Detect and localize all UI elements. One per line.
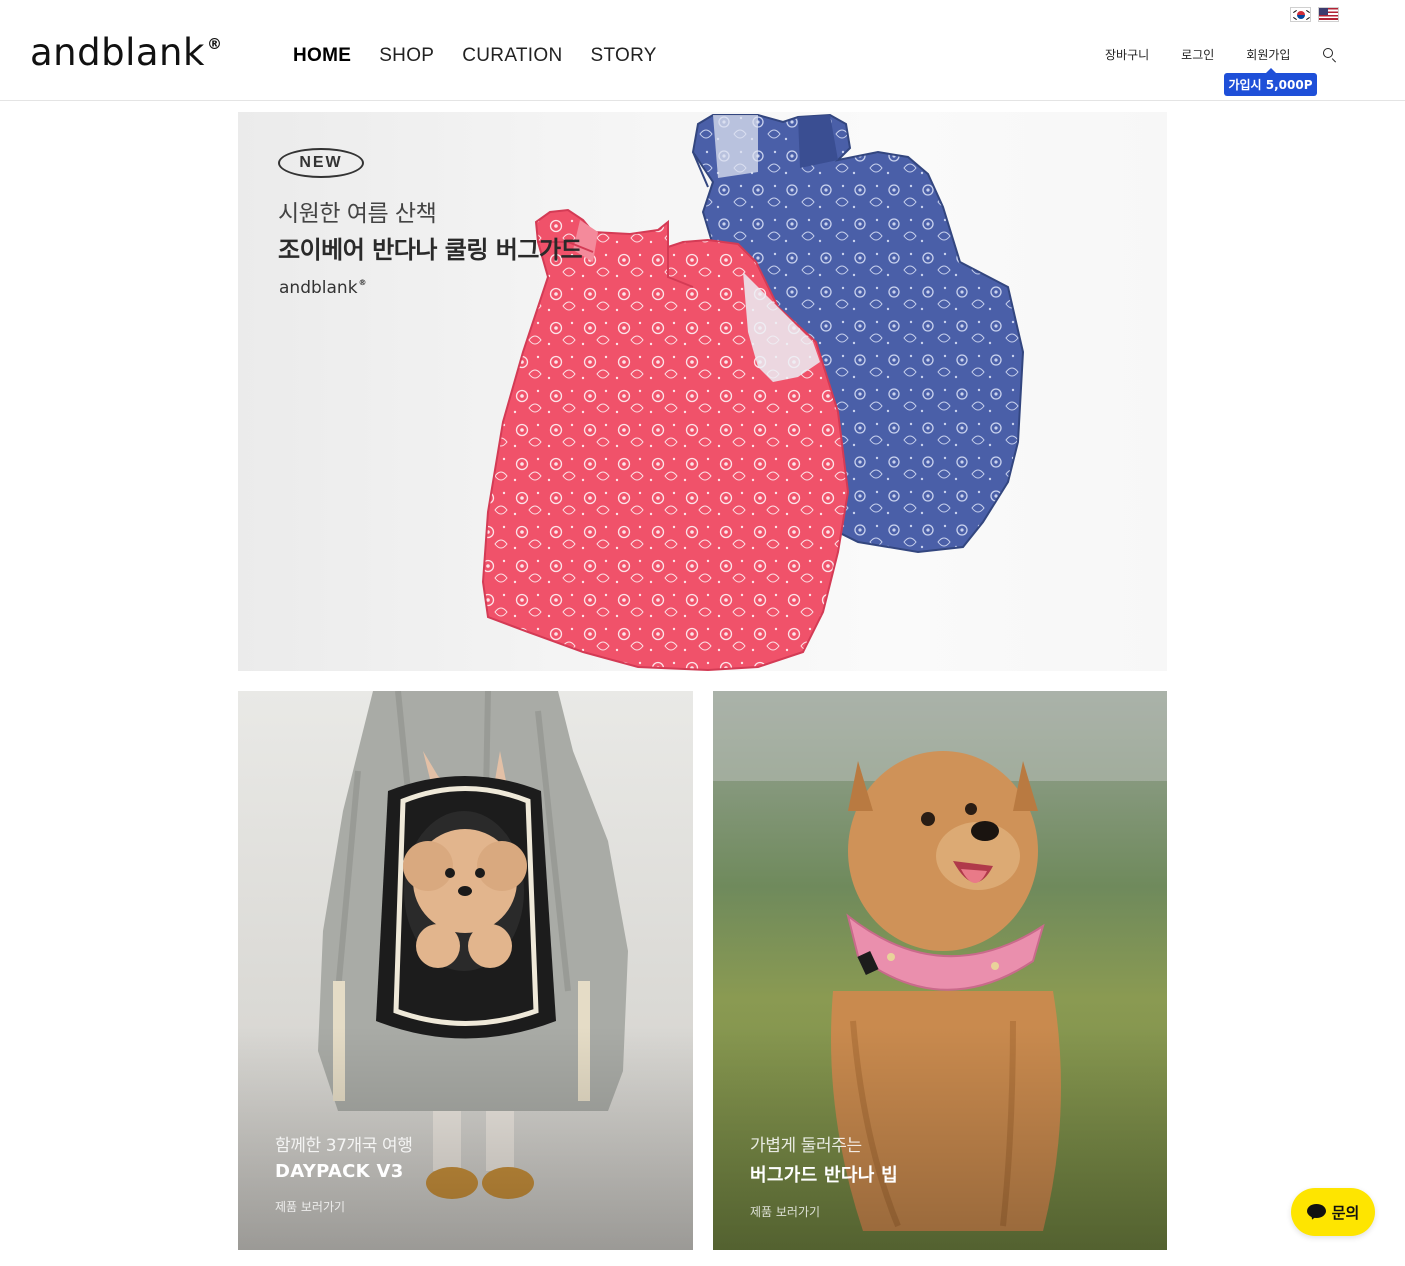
logo-text: andblank [30,31,205,74]
cart-link[interactable]: 장바구니 [1105,46,1149,63]
card-title: 버그가드 반다나 빕 [750,1165,899,1186]
product-card-bandana-bib[interactable]: 가볍게 둘러주는 버그가드 반다나 빕 제품 보러가기 [713,691,1167,1250]
korean-flag-icon[interactable] [1290,7,1311,22]
search-icon[interactable] [1322,47,1337,63]
new-badge: NEW [278,148,364,178]
nav-home[interactable]: HOME [293,45,351,67]
login-link[interactable]: 로그인 [1181,46,1214,63]
join-link[interactable]: 회원가입 [1246,46,1290,63]
card-caption: 함께한 37개국 여행 DAYPACK V3 제품 보러가기 [275,1131,413,1215]
chat-label: 문의 [1331,1203,1360,1222]
join-bonus-badge: 가입시 5,000P [1224,68,1317,96]
card-subtitle: 함께한 37개국 여행 [275,1136,413,1156]
card-title: DAYPACK V3 [275,1161,404,1182]
nav-shop[interactable]: SHOP [379,45,434,67]
view-product-link[interactable]: 제품 보러가기 [275,1198,413,1215]
inquiry-chat-button[interactable]: 문의 [1291,1188,1375,1236]
hero-brand-mark: ® [358,278,367,287]
nav-curation[interactable]: CURATION [462,45,562,67]
main-banner[interactable]: NEW 시원한 여름 산책 조이베어 반다나 쿨링 버그가드 andblank … [238,112,1167,671]
hero-brand-logo: andblank ® [279,278,367,298]
registered-mark: ® [206,35,222,53]
product-card-daypack[interactable]: 함께한 37개국 여행 DAYPACK V3 제품 보러가기 [238,691,693,1250]
main-nav: HOME SHOP CURATION STORY [293,45,685,67]
view-product-link[interactable]: 제품 보러가기 [750,1203,898,1220]
us-flag-icon[interactable] [1318,7,1339,22]
language-selector [1290,7,1339,22]
hero-brand-text: andblank [279,278,358,298]
card-caption: 가볍게 둘러주는 버그가드 반다나 빕 제품 보러가기 [750,1131,898,1220]
nav-story[interactable]: STORY [590,45,656,67]
card-subtitle: 가볍게 둘러주는 [750,1136,862,1156]
hero-title: 조이베어 반다나 쿨링 버그가드 [278,236,583,264]
utility-menu: 장바구니 로그인 회원가입 [1105,46,1337,63]
brand-logo[interactable]: andblank ® [30,33,222,73]
header-divider [0,100,1405,101]
speech-bubble-icon [1306,1204,1326,1222]
hero-subtitle: 시원한 여름 산책 [278,201,437,227]
